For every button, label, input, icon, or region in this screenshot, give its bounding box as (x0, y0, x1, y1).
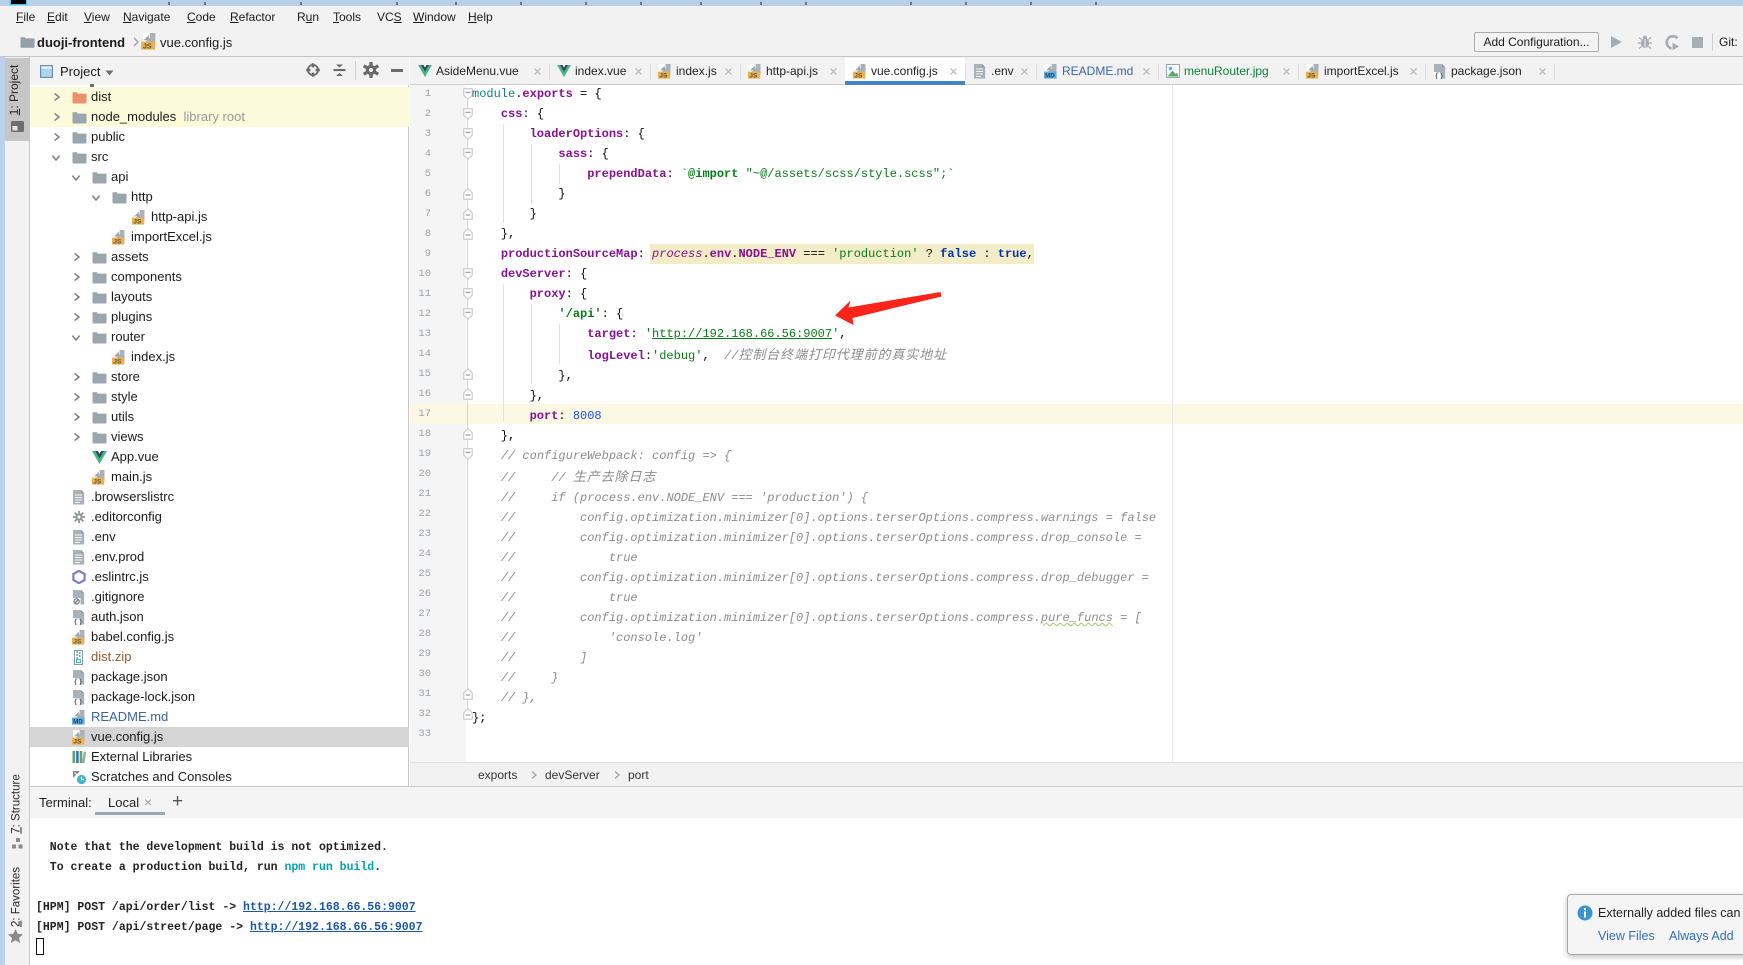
svg-text:{}: {} (1435, 73, 1444, 79)
svg-text:JS: JS (854, 73, 863, 79)
svg-text:JS: JS (749, 73, 758, 79)
svg-text:JS: JS (1307, 73, 1316, 79)
svg-text:JS: JS (73, 639, 82, 645)
svg-text:JS: JS (143, 41, 152, 50)
svg-text:JS: JS (659, 73, 668, 79)
svg-text:JS: JS (73, 739, 82, 745)
svg-text:JS: JS (133, 219, 142, 225)
svg-text:{}: {} (74, 619, 83, 625)
svg-text:JS: JS (113, 239, 122, 245)
svg-text:{}: {} (74, 699, 83, 705)
svg-text:{}: {} (74, 679, 83, 685)
svg-text:JS: JS (113, 359, 122, 365)
svg-text:JS: JS (93, 479, 102, 485)
svg-text:MD: MD (1045, 73, 1055, 79)
svg-text:MD: MD (73, 719, 83, 725)
